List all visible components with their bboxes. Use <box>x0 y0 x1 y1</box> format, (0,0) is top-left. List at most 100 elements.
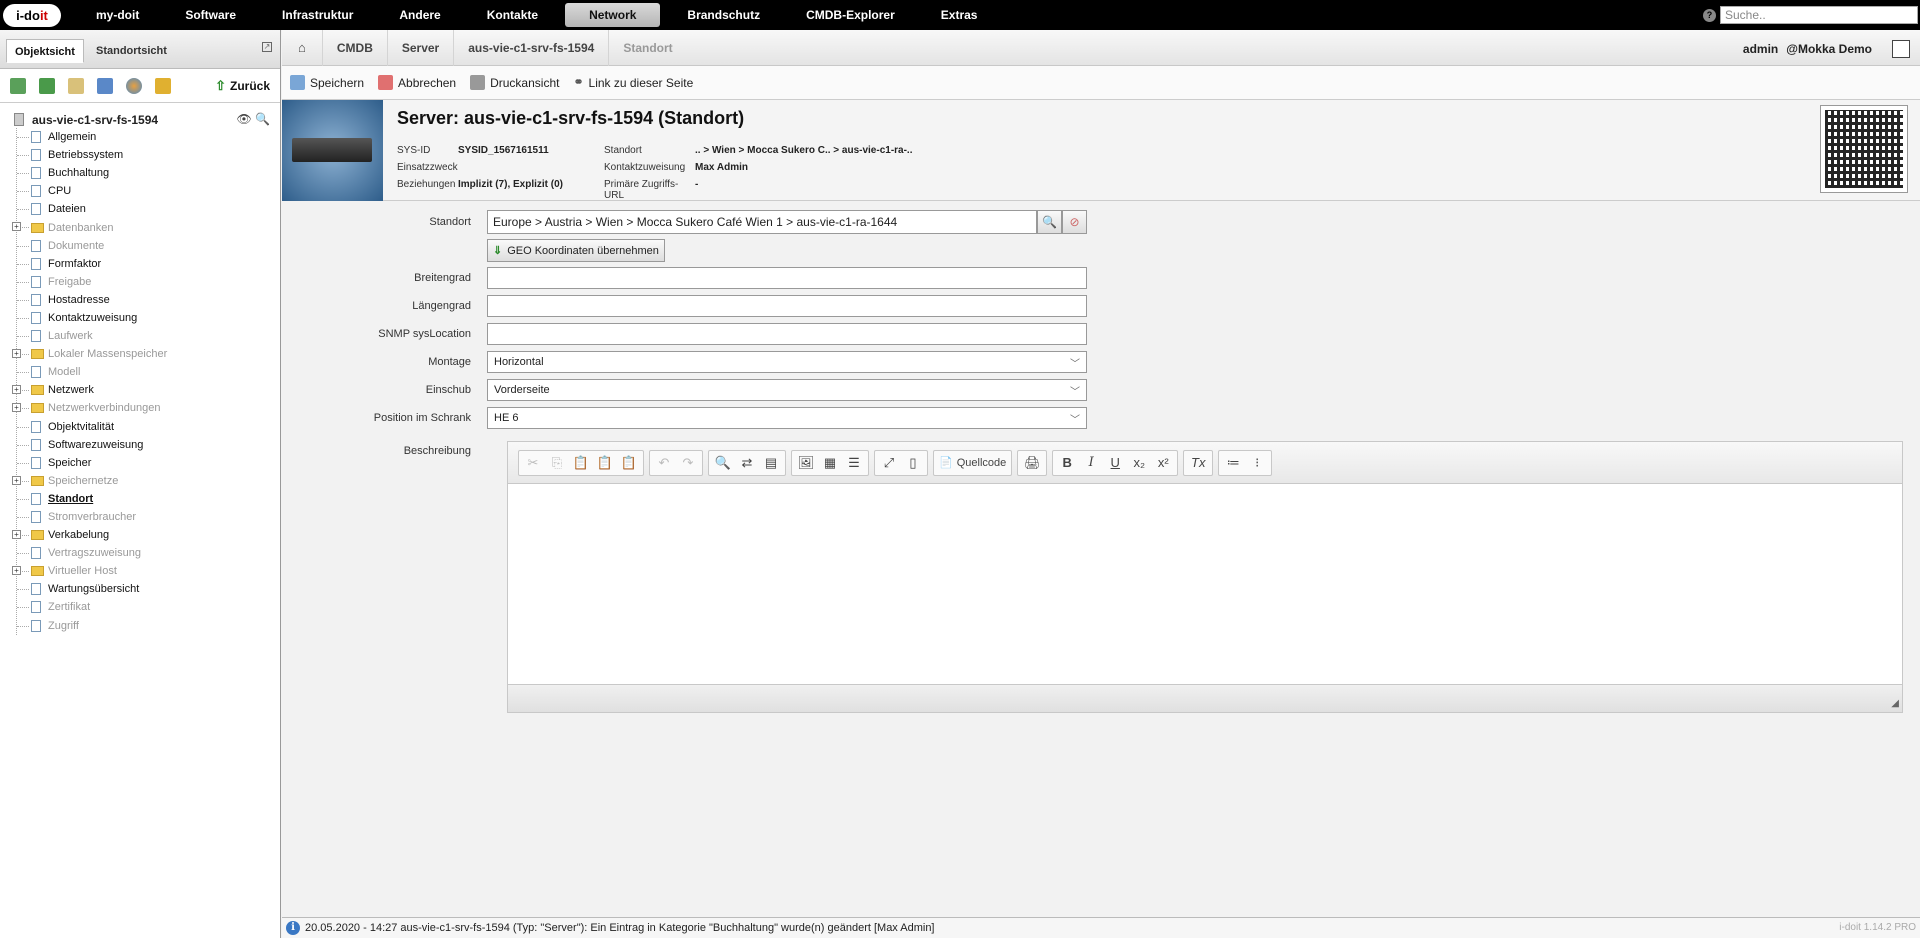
resize-handle-icon[interactable]: ◢ <box>1891 698 1899 709</box>
location-meta-value[interactable]: .. > Wien > Mocca Sukero C.. > aus-vie-c… <box>695 145 913 162</box>
breadcrumb-object[interactable]: aus-vie-c1-srv-fs-1594 <box>454 29 610 66</box>
editor-text-area[interactable] <box>508 484 1902 684</box>
sidebar-item-dateien[interactable]: Dateien <box>17 200 280 218</box>
nav-brandschutz[interactable]: Brandschutz <box>664 3 783 27</box>
bullet-list-icon[interactable]: ⁝ <box>1245 452 1269 474</box>
italic-icon[interactable]: I <box>1079 452 1103 474</box>
sidebar-item-modell[interactable]: Modell <box>17 363 280 381</box>
popout-icon[interactable]: ↗ <box>262 42 272 52</box>
sidebar-item-freigabe[interactable]: Freigabe <box>17 273 280 291</box>
contact-value[interactable]: Max Admin <box>695 162 748 179</box>
list-icon[interactable] <box>68 77 84 94</box>
source-code-button[interactable]: 📄 Quellcode <box>936 452 1009 474</box>
sidebar-item-cpu[interactable]: CPU <box>17 182 280 200</box>
sidebar-item-hostadresse[interactable]: Hostadresse <box>17 291 280 309</box>
page-link-button[interactable]: ⚭ Link zu dieser Seite <box>573 75 693 90</box>
paste-text-icon[interactable]: 📋 <box>593 452 617 474</box>
expand-icon[interactable]: + <box>12 566 21 576</box>
sidebar-item-softwarezuweisung[interactable]: Softwarezuweisung <box>17 436 280 454</box>
sidebar-item-netzwerk[interactable]: + Netzwerk <box>12 381 280 399</box>
sidebar-item-lokaler-massenspeicher[interactable]: + Lokaler Massenspeicher <box>12 345 280 363</box>
nav-network[interactable]: Network <box>565 3 661 27</box>
superscript-icon[interactable]: x² <box>1151 452 1175 474</box>
globe-icon[interactable] <box>126 77 142 94</box>
nav-extras[interactable]: Extras <box>918 3 1001 27</box>
table-icon[interactable]: ▦ <box>818 452 842 474</box>
expand-icon[interactable]: + <box>12 530 21 540</box>
latitude-field[interactable] <box>487 267 1087 289</box>
longitude-field[interactable] <box>487 295 1087 317</box>
eye-icon[interactable]: 👁 <box>236 112 251 126</box>
username[interactable]: admin <box>1743 42 1778 56</box>
nav-kontakte[interactable]: Kontakte <box>464 3 561 27</box>
sidebar-item-verkabelung[interactable]: + Verkabelung <box>12 526 280 544</box>
tree-collapse-icon[interactable] <box>39 77 55 94</box>
relations-value[interactable]: Implizit (7), Explizit (0) <box>458 179 563 196</box>
book-icon[interactable] <box>97 77 113 94</box>
sidebar-item-objektvitalit-t[interactable]: Objektvitalität <box>17 418 280 436</box>
magnifier-icon[interactable]: 🔍 <box>255 112 270 126</box>
tenant-name[interactable]: @Mokka Demo <box>1786 42 1872 56</box>
redo-icon[interactable]: ↷ <box>676 452 700 474</box>
qr-code[interactable] <box>1820 105 1908 193</box>
sidebar-item-netzwerkverbindungen[interactable]: + Netzwerkverbindungen <box>12 399 280 417</box>
tab-location-view[interactable]: Standortsicht <box>88 39 175 63</box>
search-input[interactable] <box>1720 6 1918 24</box>
undo-icon[interactable]: ↶ <box>652 452 676 474</box>
insertion-select[interactable]: Vorderseite ﹀ <box>487 379 1087 401</box>
sidebar-item-betriebssystem[interactable]: Betriebssystem <box>17 146 280 164</box>
paste-icon[interactable]: 📋 <box>569 452 593 474</box>
tab-object-view[interactable]: Objektsicht <box>6 39 84 63</box>
sidebar-item-dokumente[interactable]: Dokumente <box>17 237 280 255</box>
home-icon[interactable]: ⌂ <box>282 29 323 66</box>
mount-select[interactable]: Horizontal ﹀ <box>487 351 1087 373</box>
print-button[interactable]: Druckansicht <box>470 75 559 90</box>
sidebar-item-kontaktzuweisung[interactable]: Kontaktzuweisung <box>17 309 280 327</box>
geo-coordinates-button[interactable]: ⇓ GEO Koordinaten übernehmen <box>487 239 665 262</box>
expand-icon[interactable]: + <box>12 403 21 413</box>
sidebar-item-buchhaltung[interactable]: Buchhaltung <box>17 164 280 182</box>
remove-format-icon[interactable]: Tx <box>1186 452 1210 474</box>
sidebar-item-laufwerk[interactable]: Laufwerk <box>17 327 280 345</box>
sidebar-item-allgemein[interactable]: Allgemein <box>17 128 280 146</box>
save-button[interactable]: Speichern <box>290 75 364 90</box>
back-button[interactable]: ⇧ Zurück <box>215 78 270 94</box>
help-icon[interactable]: ? <box>1703 8 1716 22</box>
sidebar-item-virtueller-host[interactable]: + Virtueller Host <box>12 562 280 580</box>
sidebar-item-zertifikat[interactable]: Zertifikat <box>17 598 280 616</box>
expand-icon[interactable]: + <box>12 475 21 485</box>
cut-icon[interactable]: ✂ <box>521 452 545 474</box>
user-avatar-icon[interactable] <box>1892 40 1910 58</box>
sidebar-item-speichernetze[interactable]: + Speichernetze <box>12 472 280 490</box>
select-all-icon[interactable]: ▤ <box>759 452 783 474</box>
rack-position-select[interactable]: HE 6 ﹀ <box>487 407 1087 429</box>
nav-cmdb-explorer[interactable]: CMDB-Explorer <box>783 3 918 27</box>
subscript-icon[interactable]: x₂ <box>1127 452 1151 474</box>
expand-icon[interactable]: + <box>12 222 21 232</box>
show-blocks-icon[interactable]: ▯ <box>901 452 925 474</box>
paste-word-icon[interactable]: 📋 <box>617 452 641 474</box>
copy-icon[interactable]: ⎘ <box>545 452 569 474</box>
lock-icon[interactable] <box>155 77 171 94</box>
sidebar-item-formfaktor[interactable]: Formfaktor <box>17 255 280 273</box>
breadcrumb-cmdb[interactable]: CMDB <box>323 29 388 66</box>
sidebar-item-vertragszuweisung[interactable]: Vertragszuweisung <box>17 544 280 562</box>
expand-icon[interactable]: + <box>12 349 21 359</box>
underline-icon[interactable]: U <box>1103 452 1127 474</box>
cancel-button[interactable]: Abbrechen <box>378 75 456 90</box>
breadcrumb-server[interactable]: Server <box>388 29 455 66</box>
maximize-icon[interactable]: ⤢ <box>877 452 901 474</box>
sidebar-item-speicher[interactable]: Speicher <box>17 454 280 472</box>
horizontal-line-icon[interactable]: ☰ <box>842 452 866 474</box>
sidebar-item-datenbanken[interactable]: + Datenbanken <box>12 218 280 236</box>
snmp-location-field[interactable] <box>487 323 1087 345</box>
idoit-logo[interactable]: i-do it <box>3 3 61 27</box>
sidebar-item-stromverbraucher[interactable]: Stromverbraucher <box>17 508 280 526</box>
location-field[interactable]: Europe > Austria > Wien > Mocca Sukero C… <box>487 210 1037 234</box>
bold-icon[interactable]: B <box>1055 452 1079 474</box>
expand-icon[interactable]: + <box>12 385 21 395</box>
numbered-list-icon[interactable]: ≔ <box>1221 452 1245 474</box>
location-detach-button[interactable]: ⊘ <box>1062 210 1087 234</box>
nav-infrastruktur[interactable]: Infrastruktur <box>259 3 376 27</box>
find-icon[interactable]: 🔍 <box>711 452 735 474</box>
